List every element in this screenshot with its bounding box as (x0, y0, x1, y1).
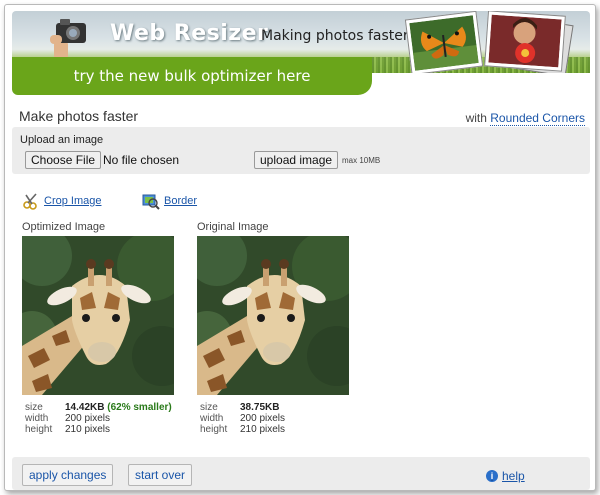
border-label: Border (164, 195, 198, 207)
help-label: help (502, 469, 525, 483)
scissors-icon (23, 193, 37, 210)
info-row-height: height 210 pixels (200, 424, 285, 435)
page-title: Make photos faster (19, 108, 139, 124)
giraffe-image-original (197, 236, 349, 395)
start-over-button[interactable]: start over (128, 464, 193, 486)
original-size: 38.75KB (240, 402, 280, 413)
original-image (197, 236, 349, 395)
max-size-note: max 10MB (342, 156, 381, 165)
brand-tagline: Making photos faster (261, 28, 409, 44)
info-row-width: width 200 pixels (200, 413, 285, 424)
brand-title: Web Resizer (110, 21, 269, 46)
optimized-info: size 14.42KB (62% smaller) width 200 pix… (25, 402, 172, 435)
info-key: size (25, 402, 43, 413)
apply-changes-button[interactable]: apply changes (22, 464, 114, 486)
with-prefix: with (465, 111, 487, 125)
footer-bar: apply changes start over i help (12, 457, 590, 490)
bulk-optimizer-promo[interactable]: try the new bulk optimizer here (12, 57, 372, 95)
info-row-size: size 14.42KB (62% smaller) (25, 402, 172, 413)
info-key: height (200, 424, 228, 435)
info-icon: i (486, 470, 498, 482)
original-width: 200 pixels (240, 413, 286, 424)
optimized-image (22, 236, 174, 395)
giraffe-image (22, 236, 174, 395)
savings-percent: (62% smaller) (107, 402, 172, 413)
magnifier-picture-icon (142, 194, 160, 210)
rounded-corners-section: with Rounded Corners (465, 111, 585, 126)
app-frame: Web Resizer Making photos faster try the… (4, 4, 596, 491)
info-row-size: size 38.75KB (200, 402, 285, 413)
original-image-label: Original Image (197, 221, 269, 233)
crop-image-tool[interactable]: Crop Image (22, 192, 101, 210)
upload-label: Upload an image (20, 134, 104, 146)
info-key: width (25, 413, 49, 424)
help-link[interactable]: i help (486, 469, 525, 483)
crop-image-label: Crop Image (44, 195, 102, 207)
woman-flower-photo (484, 11, 566, 72)
rounded-corners-link[interactable]: Rounded Corners (490, 111, 585, 126)
optimized-height: 210 pixels (65, 424, 111, 435)
original-height: 210 pixels (240, 424, 286, 435)
optimized-size: 14.42KB (65, 402, 105, 413)
info-key: size (200, 402, 218, 413)
upload-image-button[interactable]: upload image (254, 151, 339, 169)
border-tool[interactable]: Border (142, 192, 197, 210)
butterfly-photo (404, 11, 484, 73)
upload-panel: Upload an image Choose File No file chos… (12, 127, 590, 174)
optimized-image-label: Optimized Image (22, 221, 106, 233)
info-key: height (25, 424, 53, 435)
file-status: No file chosen (103, 153, 180, 167)
original-info: size 38.75KB width 200 pixels height 210… (200, 402, 285, 435)
choose-file-button[interactable]: Choose File (25, 151, 102, 169)
info-key: width (200, 413, 224, 424)
info-row-height: height 210 pixels (25, 424, 172, 435)
info-row-width: width 200 pixels (25, 413, 172, 424)
optimized-width: 200 pixels (65, 413, 111, 424)
